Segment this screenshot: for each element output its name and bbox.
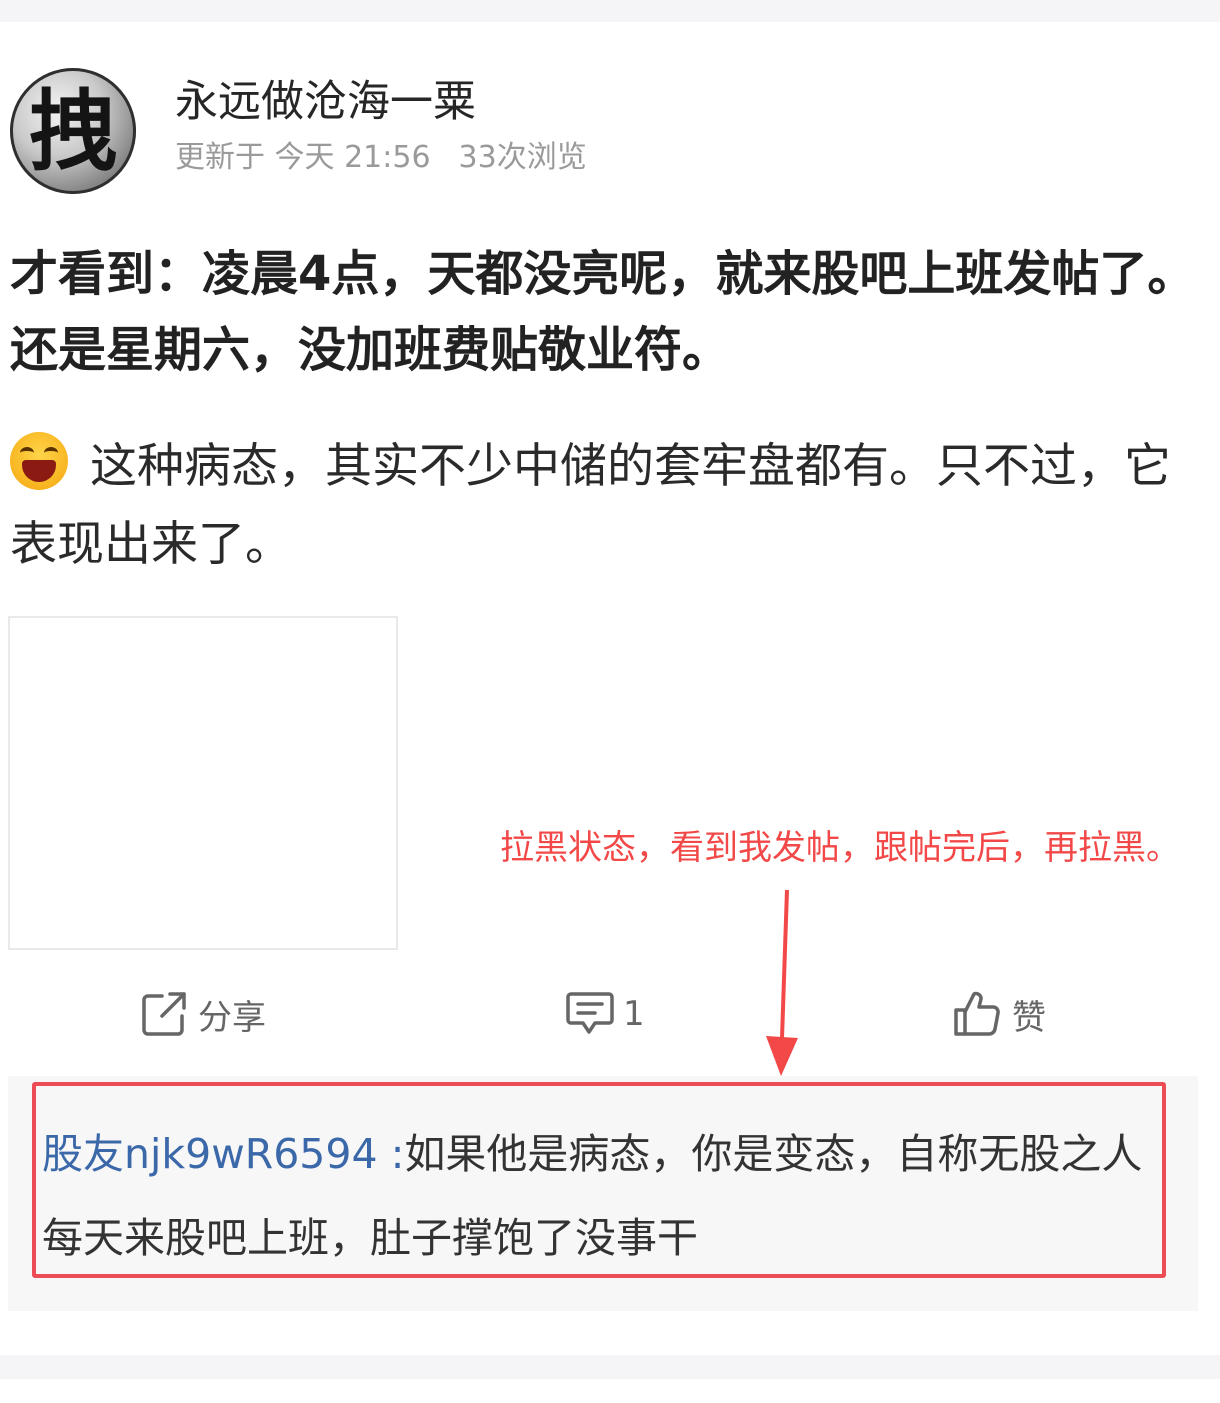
top-divider-strip: [0, 0, 1220, 22]
bottom-divider-strip: [0, 1355, 1220, 1379]
laughing-emoji-icon: [10, 432, 68, 490]
post-body-text: 这种病态，其实不少中储的套牢盘都有。只不过，它表现出来了。: [10, 439, 1171, 572]
thumbs-up-icon: [954, 991, 1000, 1036]
updated-time: 更新于 今天 21:56: [175, 140, 431, 175]
avatar-glyph: 拽: [28, 79, 117, 183]
annotation-arrow-icon: [766, 889, 798, 1076]
comment-icon: [566, 992, 614, 1034]
commenter-name[interactable]: 股友njk9wR6594 :: [42, 1130, 404, 1178]
view-count: 33次浏览: [458, 140, 587, 175]
post-body: 这种病态，其实不少中储的套牢盘都有。只不过，它表现出来了。: [10, 428, 1200, 584]
post-image[interactable]: [8, 616, 398, 950]
annotation-text: 拉黑状态，看到我发帖，跟帖完后，再拉黑。: [500, 828, 1180, 868]
like-label: 赞: [1012, 997, 1046, 1038]
avatar[interactable]: 拽: [10, 68, 136, 194]
share-label: 分享: [198, 997, 266, 1038]
comment-button[interactable]: 1: [565, 988, 645, 1040]
author-name[interactable]: 永远做沧海一粟: [175, 76, 476, 128]
comment-count: 1: [623, 994, 645, 1034]
like-button[interactable]: 赞: [952, 988, 1046, 1040]
comment-item[interactable]: 股友njk9wR6594 :如果他是病态，你是变态，自称无股之人每天来股吧上班，…: [42, 1112, 1154, 1280]
share-icon: [142, 992, 186, 1036]
post-title: 才看到：凌晨4点，天都没亮呢，就来股吧上班发帖了。还是星期六，没加班费贴敬业符。: [10, 246, 1196, 378]
post-meta: 更新于 今天 21:56 33次浏览: [175, 138, 615, 178]
share-button[interactable]: 分享: [140, 988, 266, 1040]
